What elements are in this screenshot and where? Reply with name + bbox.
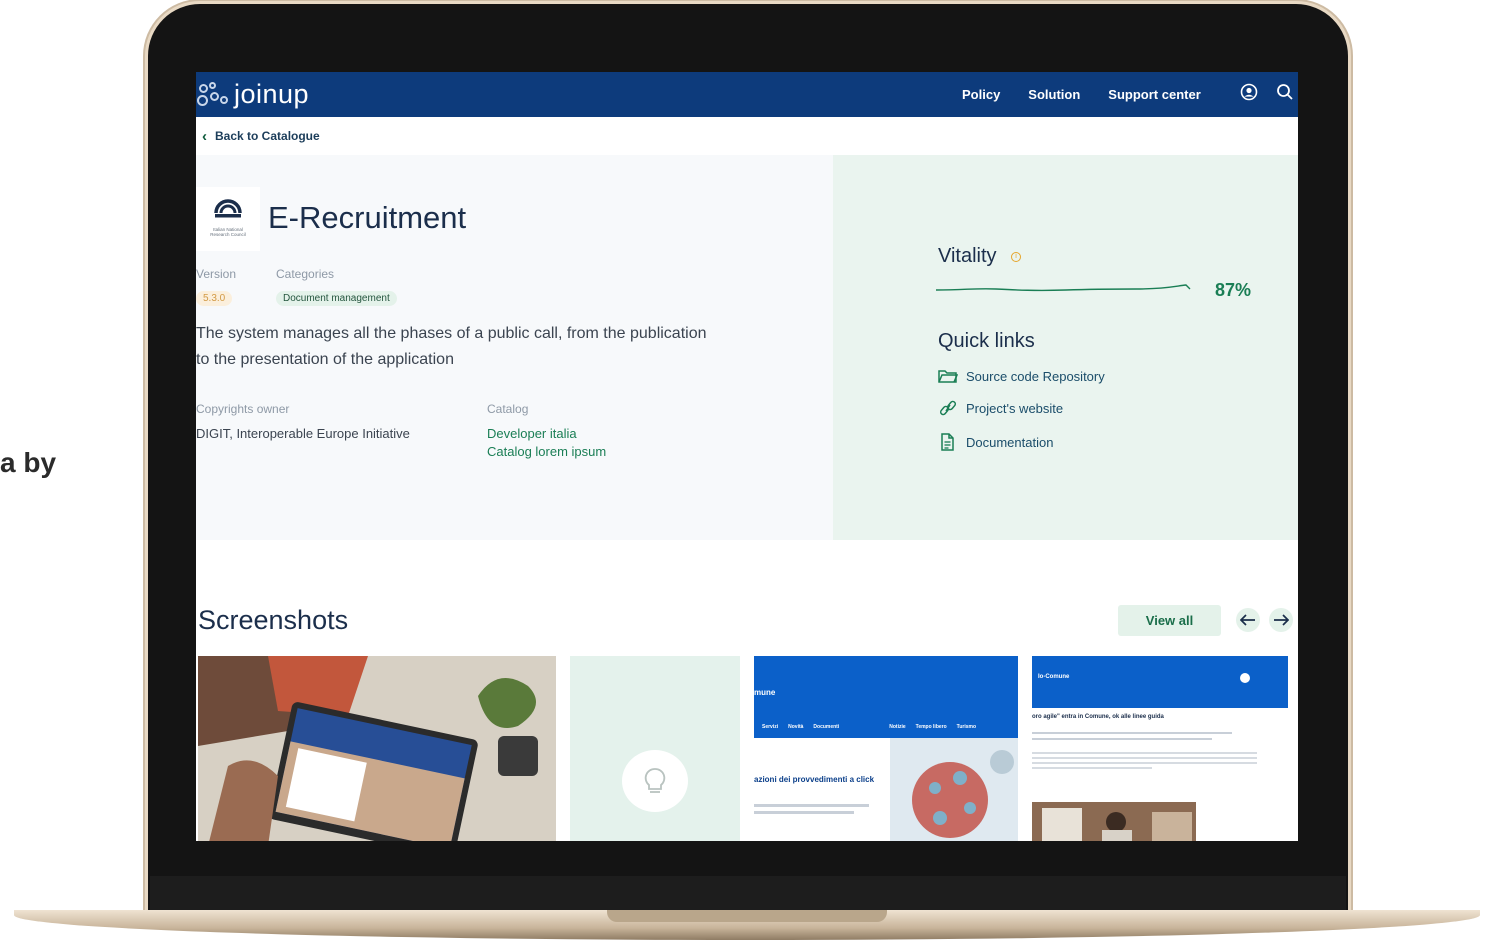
arrow-left-icon <box>1240 614 1255 626</box>
user-icon[interactable] <box>1240 83 1258 106</box>
view-all-button[interactable]: View all <box>1118 605 1221 636</box>
thumb-headline: azioni dei provvedimenti a click <box>754 775 875 784</box>
vitality-sparkline <box>936 284 1191 292</box>
quick-link-label: Source code Repository <box>966 368 1105 384</box>
thumb-brand: Io-Comune <box>1038 674 1070 680</box>
version-label: Version <box>196 267 237 281</box>
arrow-right-icon <box>1274 614 1289 626</box>
search-icon[interactable] <box>1276 83 1294 106</box>
clipped-side-text: a by <box>0 447 57 478</box>
quick-link-label: Documentation <box>966 434 1054 450</box>
nav-support-center[interactable]: Support center <box>1108 87 1200 102</box>
screenshot-thumbnail-1[interactable] <box>198 656 556 841</box>
quick-link-documentation[interactable]: Documentation <box>938 433 1053 451</box>
categories-label: Categories <box>276 267 335 281</box>
joinup-logo[interactable]: joinup <box>196 79 309 110</box>
catalog-link-lorem-ipsum[interactable]: Catalog lorem ipsum <box>487 444 606 459</box>
logo-mark-icon <box>196 80 232 110</box>
nav-policy[interactable]: Policy <box>962 87 1000 102</box>
link-icon <box>939 400 957 416</box>
header-icons <box>1222 72 1294 117</box>
thumb-header <box>1032 656 1288 708</box>
back-link-row: ‹ Back to Catalogue <box>196 117 1298 155</box>
previous-arrow-button[interactable] <box>1236 608 1260 632</box>
main-nav: Policy Solution Support center <box>962 72 1229 117</box>
chevron-left-icon: ‹ <box>202 127 207 145</box>
next-arrow-button[interactable] <box>1269 608 1293 632</box>
thumb-headline: oro agile" entra in Comune, ok alle line… <box>1032 714 1164 720</box>
screenshot-thumbnail-4[interactable]: Io-Comune oro agile" entra in Comune, ok… <box>1032 656 1288 841</box>
top-navigation-bar: joinup Policy Solution Support center <box>196 72 1298 117</box>
lightbulb-icon <box>622 750 688 812</box>
copyrights-owner-value: DIGIT, Interoperable Europe Initiative <box>196 426 410 441</box>
folder-icon <box>938 370 958 383</box>
catalog-label: Catalog <box>487 402 529 416</box>
info-icon[interactable]: i <box>1011 252 1021 262</box>
virus-image <box>890 738 1018 841</box>
page: a by joinup Policy Solution Support cent… <box>0 0 1499 943</box>
screenshot-thumbnail-2[interactable] <box>570 656 740 841</box>
solution-details-panel: Italian National Research Council E-Recr… <box>196 155 833 540</box>
organization-logo: Italian National Research Council <box>196 187 260 251</box>
logo-text: joinup <box>234 79 310 109</box>
version-badge: 5.3.0 <box>196 291 233 306</box>
quick-link-source-code[interactable]: Source code Repository <box>938 368 1105 384</box>
vitality-panel: Vitality i 87% Quick links Source code R… <box>833 155 1298 540</box>
screenshot-thumbnail-3[interactable]: mune Servizi Novità Documenti Notizie Tempo … <box>754 656 1018 841</box>
thumb-brand: mune <box>754 688 776 697</box>
document-icon <box>941 433 954 451</box>
solution-description: The system manages all the phases of a p… <box>196 325 707 368</box>
laptop-notch <box>607 910 887 922</box>
vitality-percentage: 87% <box>1215 280 1252 300</box>
laptop-screen: joinup Policy Solution Support center ‹ … <box>196 72 1298 841</box>
svg-text:Research Council: Research Council <box>210 232 246 237</box>
category-tag[interactable]: Document management <box>276 291 397 306</box>
catalog-link-developer-italia[interactable]: Developer italia <box>487 426 577 441</box>
quick-link-label: Project's website <box>966 400 1064 416</box>
copyrights-owner-label: Copyrights owner <box>196 402 290 416</box>
office-photo <box>1032 802 1196 841</box>
solution-title: E-Recruitment <box>268 200 467 235</box>
laptop-photo-illustration <box>198 656 556 841</box>
screenshots-title: Screenshots <box>198 605 349 635</box>
vitality-title: Vitality <box>938 245 997 267</box>
nav-solution[interactable]: Solution <box>1028 87 1080 102</box>
quick-links-title: Quick links <box>938 330 1035 352</box>
quick-link-project-website[interactable]: Project's website <box>938 400 1063 416</box>
thumb-nav: Servizi Novità Documenti Notizie Tempo liber… <box>762 724 977 730</box>
solution-hero: Italian National Research Council E-Recr… <box>196 155 1298 540</box>
back-to-catalogue-link[interactable]: Back to Catalogue <box>215 129 320 143</box>
